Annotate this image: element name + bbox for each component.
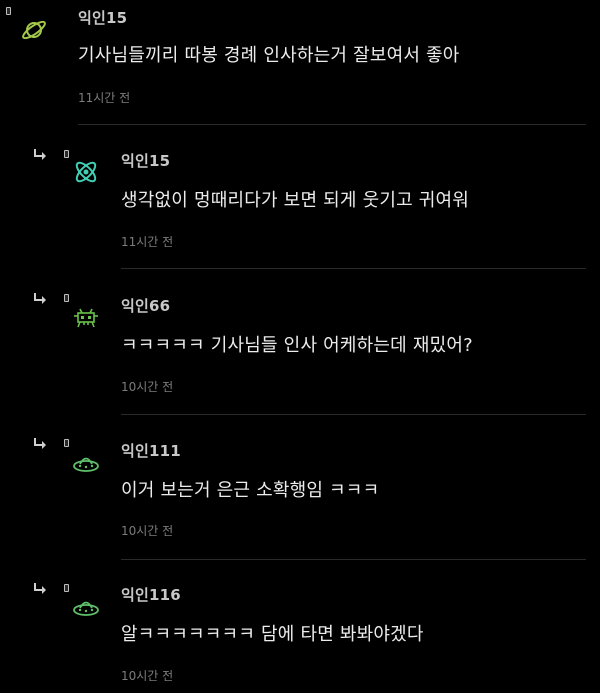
comment-divider — [78, 124, 586, 125]
user-badge-icon — [64, 584, 69, 592]
comment-text: ㅋㅋㅋㅋㅋ 기사님들 인사 어케하는데 재밌어? — [121, 335, 473, 356]
user-badge-icon — [64, 294, 69, 302]
comment-timestamp: 11시간 전 — [121, 235, 174, 249]
comment-text: 생각없이 멍때리다가 보면 되게 웃기고 귀여워 — [121, 190, 470, 211]
comment-text: 알ㅋㅋㅋㅋㅋㅋㅋ 담에 타면 봐봐야겠다 — [121, 624, 424, 645]
comment-divider — [121, 559, 586, 560]
comment-timestamp: 11시간 전 — [78, 91, 131, 105]
comment-timestamp: 10시간 전 — [121, 524, 174, 538]
saturn-icon[interactable] — [20, 16, 48, 44]
space-invader-icon[interactable] — [72, 305, 100, 333]
comment-timestamp: 10시간 전 — [121, 380, 174, 394]
ufo-icon[interactable] — [72, 594, 100, 622]
atom-icon[interactable] — [72, 158, 100, 186]
comment-text: 기사님들끼리 따봉 경례 인사하는거 잘보여서 좋아 — [78, 45, 460, 66]
reply-arrow-icon — [34, 583, 46, 594]
comment-nickname[interactable]: 익인111 — [121, 440, 181, 461]
comment-timestamp: 10시간 전 — [121, 669, 174, 683]
comment-nickname[interactable]: 익인116 — [121, 584, 181, 605]
comment-text: 이거 보는거 은근 소확행임 ㅋㅋㅋ — [121, 480, 380, 501]
user-badge-icon — [64, 150, 69, 158]
reply-arrow-icon — [34, 293, 46, 304]
reply-arrow-icon — [34, 149, 46, 160]
user-badge-icon — [64, 439, 69, 447]
comment-nickname[interactable]: 익인15 — [121, 150, 170, 171]
reply-arrow-icon — [34, 438, 46, 449]
comment-nickname[interactable]: 익인66 — [121, 295, 170, 316]
comment-divider — [121, 268, 586, 269]
comment-nickname[interactable]: 익인15 — [78, 7, 127, 28]
ufo-icon[interactable] — [72, 450, 100, 478]
comment-thread: 익인15 기사님들끼리 따봉 경례 인사하는거 잘보여서 좋아 11시간 전 익… — [0, 0, 600, 693]
comment-divider — [121, 414, 586, 415]
user-badge-icon — [6, 7, 11, 15]
